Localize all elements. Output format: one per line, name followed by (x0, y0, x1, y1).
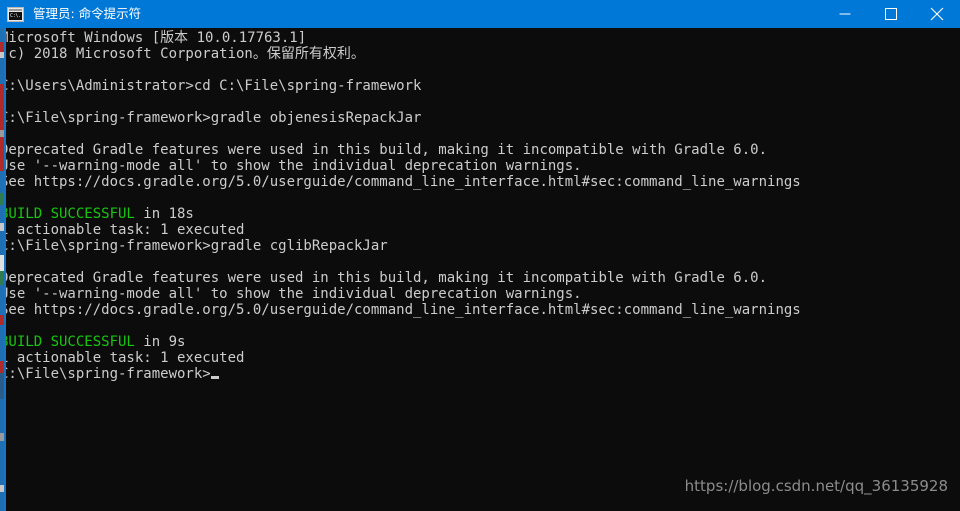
console-line: Microsoft Windows [版本 10.0.17763.1] (0, 30, 801, 46)
console-line-text: Use '--warning-mode all' to show the ind… (0, 286, 582, 302)
window-title: 管理员: 命令提示符 (33, 6, 142, 21)
command-prompt-window: C:\. 管理员: 命令提示符 Microsoft Windows [版本 10… (0, 0, 960, 511)
close-icon (930, 7, 944, 21)
build-status-text: BUILD SUCCESSFUL (0, 334, 135, 350)
console-line-text: (c) 2018 Microsoft Corporation。保留所有权利。 (0, 46, 365, 62)
left-edge-rule (4, 28, 6, 511)
console-line-text: Microsoft Windows [版本 10.0.17763.1] (0, 30, 307, 46)
cmd-icon-titlebar (9, 8, 22, 11)
console-line: BUILD SUCCESSFUL in 9s (0, 334, 801, 350)
console-text: Microsoft Windows [版本 10.0.17763.1] (c) 2… (0, 30, 801, 382)
console-line: (c) 2018 Microsoft Corporation。保留所有权利。 (0, 46, 801, 62)
console-line: C:\Users\Administrator>cd C:\File\spring… (0, 78, 801, 94)
console-line-text: Deprecated Gradle features were used in … (0, 142, 768, 158)
cmd-icon-screen: C:\. (9, 11, 22, 20)
console-line-text: C:\Users\Administrator>cd C:\File\spring… (0, 78, 422, 94)
watermark: https://blog.csdn.net/qq_36135928 (684, 477, 948, 495)
console-line-text: See https://docs.gradle.org/5.0/userguid… (0, 174, 801, 190)
console-line: C:\File\spring-framework>gradle cglibRep… (0, 238, 801, 254)
text-cursor (210, 376, 219, 379)
console-line: Deprecated Gradle features were used in … (0, 142, 801, 158)
close-button[interactable] (914, 0, 960, 28)
terminal-output-area[interactable]: Microsoft Windows [版本 10.0.17763.1] (c) 2… (0, 28, 960, 511)
console-line: Use '--warning-mode all' to show the ind… (0, 158, 801, 174)
console-line: Deprecated Gradle features were used in … (0, 270, 801, 286)
console-line: 1 actionable task: 1 executed (0, 350, 801, 366)
console-line: See https://docs.gradle.org/5.0/userguid… (0, 174, 801, 190)
console-line: Use '--warning-mode all' to show the ind… (0, 286, 801, 302)
console-line: C:\File\spring-framework> (0, 366, 801, 382)
console-line-text: C:\File\spring-framework> (0, 366, 211, 382)
maximize-icon (885, 8, 897, 20)
console-line-text: C:\File\spring-framework>gradle cglibRep… (0, 238, 388, 254)
console-line-text: 1 actionable task: 1 executed (0, 350, 245, 366)
window-controls (822, 0, 960, 28)
console-line-text: C:\File\spring-framework>gradle objenesi… (0, 110, 422, 126)
build-status-text: BUILD SUCCESSFUL (0, 206, 135, 222)
console-line: C:\File\spring-framework>gradle objenesi… (0, 110, 801, 126)
cmd-icon: C:\. (7, 6, 24, 22)
console-line: See https://docs.gradle.org/5.0/userguid… (0, 302, 801, 318)
console-line-text: See https://docs.gradle.org/5.0/userguid… (0, 302, 801, 318)
title-bar-left: C:\. 管理员: 命令提示符 (0, 0, 822, 28)
build-duration-text: in 9s (134, 334, 186, 350)
console-line: BUILD SUCCESSFUL in 18s (0, 206, 801, 222)
console-line-text: Deprecated Gradle features were used in … (0, 270, 768, 286)
build-duration-text: in 18s (134, 206, 194, 222)
console-line: 1 actionable task: 1 executed (0, 222, 801, 238)
minimize-button[interactable] (822, 0, 868, 28)
console-line-text: Use '--warning-mode all' to show the ind… (0, 158, 582, 174)
minimize-icon (839, 13, 851, 15)
console-line-text: 1 actionable task: 1 executed (0, 222, 245, 238)
title-bar[interactable]: C:\. 管理员: 命令提示符 (0, 0, 960, 28)
maximize-button[interactable] (868, 0, 914, 28)
